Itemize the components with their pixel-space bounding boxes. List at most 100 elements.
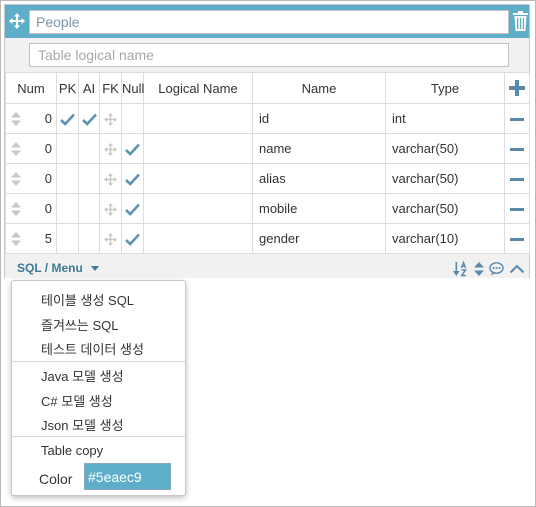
sql-menu-button[interactable]: SQL / Menu <box>17 261 99 275</box>
trash-icon[interactable] <box>513 11 528 31</box>
header-fk: FK <box>99 72 122 104</box>
name-cell[interactable]: mobile <box>252 193 386 224</box>
header-type: Type <box>385 72 505 104</box>
num-value: 0 <box>44 201 52 216</box>
num-cell: 0 <box>5 193 57 224</box>
null-cell[interactable] <box>121 163 144 194</box>
remove-column-cell <box>504 223 530 254</box>
menu-create-table-sql[interactable]: 테이블 생성 SQL <box>41 290 134 309</box>
sort-handle-icon[interactable] <box>11 172 21 186</box>
num-value: 0 <box>44 171 52 186</box>
check-icon <box>125 203 140 216</box>
logical-name-cell[interactable] <box>143 193 253 224</box>
logical-name-cell[interactable] <box>143 223 253 254</box>
num-value: 0 <box>44 111 52 126</box>
check-icon <box>60 113 75 126</box>
remove-column-icon[interactable] <box>510 118 524 122</box>
null-cell[interactable] <box>121 223 144 254</box>
name-cell[interactable]: id <box>252 103 386 134</box>
menu-favorite-sql[interactable]: 즐겨쓰는 SQL <box>41 315 118 334</box>
fk-cell[interactable] <box>99 163 122 194</box>
name-cell[interactable]: alias <box>252 163 386 194</box>
ai-cell[interactable] <box>78 103 100 134</box>
color-input[interactable] <box>84 463 171 490</box>
null-cell[interactable] <box>121 193 144 224</box>
column-row: 5 gender varchar(10) <box>5 223 530 254</box>
menu-json-model[interactable]: Json 모델 생성 <box>41 415 124 434</box>
null-cell[interactable] <box>121 103 144 134</box>
menu-divider <box>12 436 185 437</box>
type-cell[interactable]: varchar(10) <box>385 223 505 254</box>
column-row: 0 id int <box>5 103 530 134</box>
num-value: 5 <box>44 231 52 246</box>
logical-name-cell[interactable] <box>143 103 253 134</box>
move-icon[interactable] <box>8 12 26 30</box>
sort-handle-icon[interactable] <box>11 142 21 156</box>
check-icon <box>125 233 140 246</box>
type-cell[interactable]: varchar(50) <box>385 193 505 224</box>
null-cell[interactable] <box>121 133 144 164</box>
columns-table: Num PK AI FK Null Logical Name Name Type… <box>5 72 530 254</box>
column-row: 0 name varchar(50) <box>5 133 530 164</box>
ai-cell[interactable] <box>78 163 100 194</box>
pk-cell[interactable] <box>56 133 79 164</box>
fk-cell[interactable] <box>99 103 122 134</box>
header-null: Null <box>121 72 144 104</box>
remove-column-cell <box>504 193 530 224</box>
fk-cell[interactable] <box>99 193 122 224</box>
pk-cell[interactable] <box>56 223 79 254</box>
sort-az-icon[interactable] <box>453 261 469 277</box>
color-label: Color <box>39 471 73 487</box>
menu-table-copy[interactable]: Table copy <box>41 443 103 458</box>
sort-handle-icon[interactable] <box>11 112 21 126</box>
remove-column-icon[interactable] <box>510 238 524 242</box>
menu-test-data[interactable]: 테스트 데이터 생성 <box>41 339 144 358</box>
table-title-bar <box>5 5 529 38</box>
table-logical-name-input[interactable] <box>29 43 509 67</box>
num-cell: 5 <box>5 223 57 254</box>
menu-csharp-model[interactable]: C# 모델 생성 <box>41 391 113 410</box>
pk-cell[interactable] <box>56 193 79 224</box>
add-column-icon[interactable] <box>509 80 525 97</box>
fk-icon[interactable] <box>104 233 117 247</box>
ai-cell[interactable] <box>78 223 100 254</box>
name-cell[interactable]: gender <box>252 223 386 254</box>
num-value: 0 <box>44 141 52 156</box>
pk-cell[interactable] <box>56 163 79 194</box>
sort-handle-icon[interactable] <box>11 202 21 216</box>
num-cell: 0 <box>5 163 57 194</box>
fk-cell[interactable] <box>99 223 122 254</box>
ai-cell[interactable] <box>78 133 100 164</box>
fk-icon[interactable] <box>104 113 117 127</box>
logical-name-cell[interactable] <box>143 133 253 164</box>
name-cell[interactable]: name <box>252 133 386 164</box>
fk-icon[interactable] <box>104 203 117 217</box>
comment-icon[interactable] <box>489 262 504 276</box>
table-name-input[interactable] <box>29 10 509 34</box>
fk-cell[interactable] <box>99 133 122 164</box>
header-num: Num <box>5 72 57 104</box>
remove-column-icon[interactable] <box>510 148 524 152</box>
remove-column-icon[interactable] <box>510 178 524 182</box>
remove-column-cell <box>504 133 530 164</box>
fk-icon[interactable] <box>104 173 117 187</box>
fk-icon[interactable] <box>104 143 117 157</box>
type-cell[interactable]: int <box>385 103 505 134</box>
header-logical-name: Logical Name <box>143 72 253 104</box>
pk-cell[interactable] <box>56 103 79 134</box>
menu-java-model[interactable]: Java 모델 생성 <box>41 366 124 385</box>
check-icon <box>81 113 97 126</box>
sort-handle-icon[interactable] <box>11 232 21 246</box>
num-cell: 0 <box>5 133 57 164</box>
logical-name-cell[interactable] <box>143 163 253 194</box>
columns-header-row: Num PK AI FK Null Logical Name Name Type <box>5 72 530 104</box>
ai-cell[interactable] <box>78 193 100 224</box>
table-panel: Num PK AI FK Null Logical Name Name Type… <box>4 4 530 278</box>
remove-column-icon[interactable] <box>510 208 524 212</box>
type-cell[interactable]: varchar(50) <box>385 163 505 194</box>
reorder-icon[interactable] <box>474 262 484 276</box>
header-ai: AI <box>78 72 100 104</box>
header-name: Name <box>252 72 386 104</box>
collapse-icon[interactable] <box>509 263 525 275</box>
type-cell[interactable]: varchar(50) <box>385 133 505 164</box>
